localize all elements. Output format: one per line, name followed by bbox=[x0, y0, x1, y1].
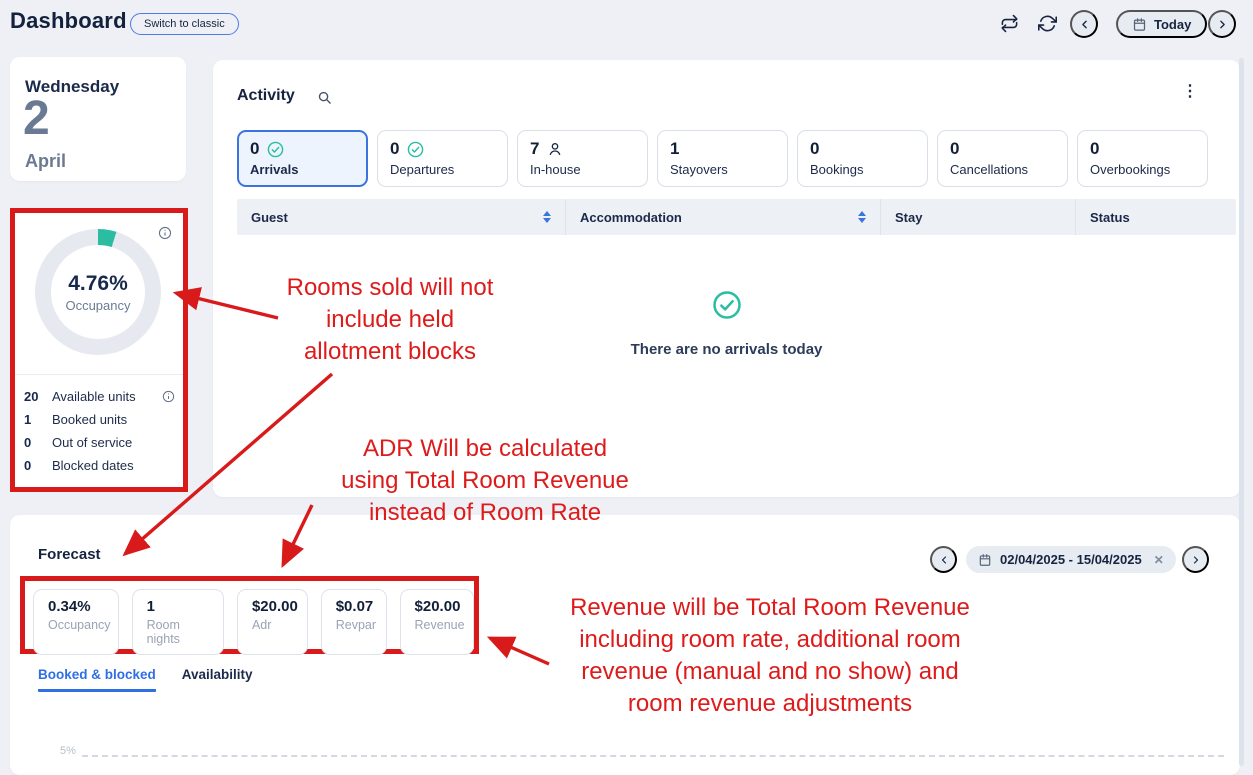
activity-card-arrivals[interactable]: 0 Arrivals bbox=[237, 130, 368, 187]
activity-table-header: Guest Accommodation Stay Status bbox=[237, 199, 1236, 235]
activity-card-bookings[interactable]: 0 Bookings bbox=[797, 130, 928, 187]
chevron-left-icon bbox=[938, 554, 950, 566]
forecast-stat-adr: $20.00 Adr bbox=[237, 589, 308, 655]
activity-card-stayovers[interactable]: 1 Stayovers bbox=[657, 130, 788, 187]
tab-booked-and-blocked[interactable]: Booked & blocked bbox=[38, 667, 156, 692]
search-icon[interactable] bbox=[317, 90, 332, 105]
scrollbar[interactable] bbox=[1239, 58, 1244, 766]
chevron-right-icon bbox=[1216, 18, 1229, 31]
forecast-title: Forecast bbox=[38, 546, 101, 563]
page-title: Dashboard bbox=[10, 8, 127, 34]
info-icon[interactable] bbox=[162, 390, 175, 403]
refresh-icon[interactable] bbox=[1038, 14, 1058, 34]
forecast-date-range[interactable]: 02/04/2025 - 15/04/2025 ✕ bbox=[966, 546, 1176, 573]
date-month: April bbox=[25, 151, 66, 172]
calendar-icon bbox=[978, 553, 992, 567]
occupancy-stats-list: 20 Available units 1 Booked units 0 Out … bbox=[24, 385, 175, 477]
switch-to-classic-button[interactable]: Switch to classic bbox=[130, 13, 239, 35]
forecast-stat-occupancy: 0.34% Occupancy bbox=[33, 589, 119, 655]
calendar-icon bbox=[1132, 17, 1147, 32]
forecast-stat-revpar: $0.07 Revpar bbox=[321, 589, 387, 655]
activity-cards: 0 Arrivals 0 Departures 7 In-house 1 Sta… bbox=[237, 130, 1208, 187]
forecast-annotation-box: 0.34% Occupancy 1 Room nights $20.00 Adr… bbox=[20, 576, 479, 654]
forecast-stat-revenue: $20.00 Revenue bbox=[400, 589, 474, 655]
activity-card-overbookings[interactable]: 0 Overbookings bbox=[1077, 130, 1208, 187]
chevron-left-icon bbox=[1078, 18, 1091, 31]
occupancy-annotation-box: 4.76% Occupancy 20 Available units 1 Boo… bbox=[10, 208, 188, 492]
stat-row-blocked-dates: 0 Blocked dates bbox=[24, 454, 175, 477]
occupancy-percent: 4.76% bbox=[68, 272, 128, 296]
sort-icon[interactable] bbox=[858, 211, 866, 223]
prev-day-button[interactable] bbox=[1070, 10, 1098, 38]
chart-gridline bbox=[82, 755, 1224, 757]
annotation-note-rooms-sold: Rooms sold will not include held allotme… bbox=[225, 272, 555, 368]
kebab-menu-icon[interactable]: ⋮ bbox=[1182, 84, 1198, 100]
stat-row-available-units: 20 Available units bbox=[24, 385, 175, 408]
check-circle-icon bbox=[712, 290, 742, 320]
stat-label: Booked units bbox=[52, 412, 127, 427]
forecast-date-range-label: 02/04/2025 - 15/04/2025 bbox=[1000, 552, 1142, 567]
date-day: 2 bbox=[23, 91, 50, 146]
stat-label: Blocked dates bbox=[52, 458, 134, 473]
occupancy-label: Occupancy bbox=[65, 298, 130, 313]
forecast-prev-button[interactable] bbox=[930, 546, 957, 573]
sort-icon[interactable] bbox=[543, 211, 551, 223]
today-button-label: Today bbox=[1154, 17, 1191, 32]
stat-row-booked-units: 1 Booked units bbox=[24, 408, 175, 431]
forecast-next-button[interactable] bbox=[1182, 546, 1209, 573]
column-header-status: Status bbox=[1075, 199, 1236, 235]
stat-label: Available units bbox=[52, 389, 136, 404]
activity-card-cancellations[interactable]: 0 Cancellations bbox=[937, 130, 1068, 187]
check-circle-icon bbox=[267, 141, 284, 158]
column-header-stay: Stay bbox=[880, 199, 1075, 235]
forecast-stat-room-nights: 1 Room nights bbox=[132, 589, 224, 655]
person-icon bbox=[547, 141, 563, 157]
column-header-guest[interactable]: Guest bbox=[237, 199, 565, 235]
date-card: Wednesday 2 April bbox=[10, 57, 186, 181]
annotation-note-revenue: Revenue will be Total Room Revenue inclu… bbox=[505, 592, 1035, 720]
repeat-icon[interactable] bbox=[1000, 14, 1020, 34]
tab-availability[interactable]: Availability bbox=[182, 667, 253, 692]
forecast-tabs: Booked & blocked Availability bbox=[38, 667, 253, 692]
activity-card-departures[interactable]: 0 Departures bbox=[377, 130, 508, 187]
divider bbox=[15, 374, 183, 375]
today-button[interactable]: Today bbox=[1116, 10, 1207, 38]
stat-label: Out of service bbox=[52, 435, 132, 450]
forecast-stats: 0.34% Occupancy 1 Room nights $20.00 Adr… bbox=[33, 589, 474, 655]
annotation-note-adr: ADR Will be calculated using Total Room … bbox=[295, 433, 675, 529]
chart-gridline-label: 5% bbox=[60, 745, 76, 757]
chevron-right-icon bbox=[1190, 554, 1202, 566]
next-day-button[interactable] bbox=[1208, 10, 1236, 38]
stat-row-out-of-service: 0 Out of service bbox=[24, 431, 175, 454]
check-circle-icon bbox=[407, 141, 424, 158]
clear-date-range-icon[interactable]: ✕ bbox=[1154, 553, 1164, 567]
activity-card-in-house[interactable]: 7 In-house bbox=[517, 130, 648, 187]
column-header-accommodation[interactable]: Accommodation bbox=[565, 199, 880, 235]
occupancy-card: 4.76% Occupancy 20 Available units 1 Boo… bbox=[15, 213, 183, 487]
activity-title: Activity bbox=[237, 87, 295, 105]
